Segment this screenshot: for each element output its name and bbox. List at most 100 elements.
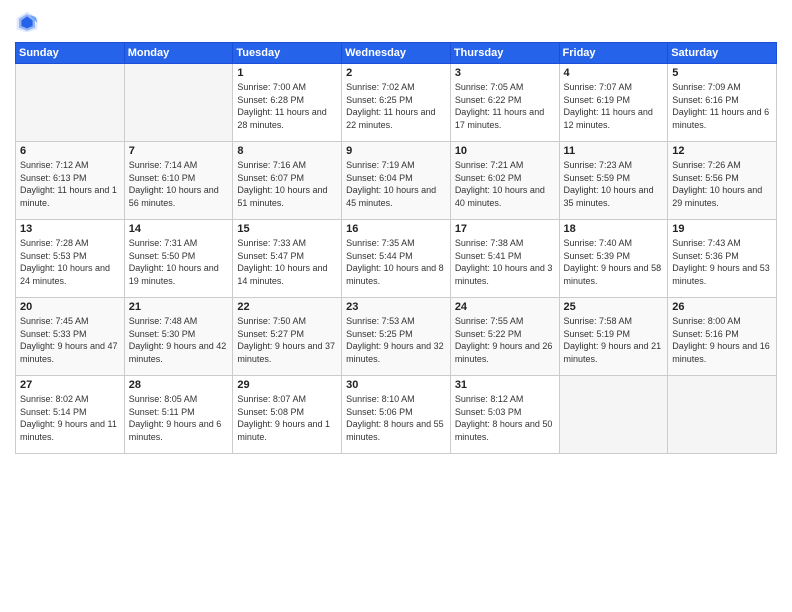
cell-info: Sunrise: 7:16 AMSunset: 6:07 PMDaylight:… bbox=[237, 159, 337, 209]
calendar-cell: 4 Sunrise: 7:07 AMSunset: 6:19 PMDaylight… bbox=[559, 64, 668, 142]
day-number: 26 bbox=[672, 301, 772, 313]
week-row-4: 20 Sunrise: 7:45 AMSunset: 5:33 PMDayligh… bbox=[16, 298, 777, 376]
calendar-cell: 23Sunrise: 7:53 AMSunset: 5:25 PMDayligh… bbox=[342, 298, 451, 376]
page: SundayMondayTuesdayWednesdayThursdayFrid… bbox=[0, 0, 792, 612]
day-number: 30 bbox=[346, 379, 446, 391]
calendar-cell: 15 Sunrise: 7:33 AMSunset: 5:47 PMDayligh… bbox=[233, 220, 342, 298]
calendar-cell: 24 Sunrise: 7:55 AMSunset: 5:22 PMDayligh… bbox=[450, 298, 559, 376]
day-number: 1 bbox=[237, 67, 337, 79]
weekday-header-saturday: Saturday bbox=[668, 43, 777, 64]
day-number: 24 bbox=[455, 301, 555, 313]
weekday-header-wednesday: Wednesday bbox=[342, 43, 451, 64]
cell-info: Sunrise: 8:12 AMSunset: 5:03 PMDaylight:… bbox=[455, 393, 555, 443]
calendar-cell: 30 Sunrise: 8:10 AMSunset: 5:06 PMDayligh… bbox=[342, 376, 451, 454]
week-row-2: 6 Sunrise: 7:12 AMSunset: 6:13 PMDaylight… bbox=[16, 142, 777, 220]
week-row-3: 13 Sunrise: 7:28 AMSunset: 5:53 PMDayligh… bbox=[16, 220, 777, 298]
calendar-table: SundayMondayTuesdayWednesdayThursdayFrid… bbox=[15, 42, 777, 454]
week-row-5: 27 Sunrise: 8:02 AMSunset: 5:14 PMDayligh… bbox=[16, 376, 777, 454]
calendar-cell: 18 Sunrise: 7:40 AMSunset: 5:39 PMDayligh… bbox=[559, 220, 668, 298]
header-row: SundayMondayTuesdayWednesdayThursdayFrid… bbox=[16, 43, 777, 64]
cell-info: Sunrise: 7:45 AMSunset: 5:33 PMDaylight:… bbox=[20, 315, 120, 365]
calendar-cell: 29Sunrise: 8:07 AMSunset: 5:08 PMDayligh… bbox=[233, 376, 342, 454]
calendar-cell bbox=[668, 376, 777, 454]
calendar-cell: 16 Sunrise: 7:35 AMSunset: 5:44 PMDayligh… bbox=[342, 220, 451, 298]
day-number: 10 bbox=[455, 145, 555, 157]
calendar-cell bbox=[16, 64, 125, 142]
day-number: 14 bbox=[129, 223, 229, 235]
day-number: 21 bbox=[129, 301, 229, 313]
calendar-cell: 20 Sunrise: 7:45 AMSunset: 5:33 PMDayligh… bbox=[16, 298, 125, 376]
cell-info: Sunrise: 7:12 AMSunset: 6:13 PMDaylight:… bbox=[20, 159, 120, 209]
calendar-cell bbox=[559, 376, 668, 454]
day-number: 20 bbox=[20, 301, 120, 313]
calendar-cell: 5 Sunrise: 7:09 AMSunset: 6:16 PMDaylight… bbox=[668, 64, 777, 142]
cell-info: Sunrise: 7:23 AMSunset: 5:59 PMDaylight:… bbox=[564, 159, 664, 209]
day-number: 17 bbox=[455, 223, 555, 235]
calendar-cell: 19 Sunrise: 7:43 AMSunset: 5:36 PMDayligh… bbox=[668, 220, 777, 298]
cell-info: Sunrise: 7:35 AMSunset: 5:44 PMDaylight:… bbox=[346, 237, 446, 287]
day-number: 15 bbox=[237, 223, 337, 235]
day-number: 27 bbox=[20, 379, 120, 391]
cell-info: Sunrise: 8:02 AMSunset: 5:14 PMDaylight:… bbox=[20, 393, 120, 443]
day-number: 13 bbox=[20, 223, 120, 235]
cell-info: Sunrise: 8:07 AMSunset: 5:08 PMDaylight:… bbox=[237, 393, 337, 443]
weekday-header-sunday: Sunday bbox=[16, 43, 125, 64]
calendar-cell: 11 Sunrise: 7:23 AMSunset: 5:59 PMDayligh… bbox=[559, 142, 668, 220]
day-number: 7 bbox=[129, 145, 229, 157]
calendar-cell: 21 Sunrise: 7:48 AMSunset: 5:30 PMDayligh… bbox=[124, 298, 233, 376]
day-number: 12 bbox=[672, 145, 772, 157]
cell-info: Sunrise: 7:31 AMSunset: 5:50 PMDaylight:… bbox=[129, 237, 229, 287]
calendar-cell: 22 Sunrise: 7:50 AMSunset: 5:27 PMDayligh… bbox=[233, 298, 342, 376]
cell-info: Sunrise: 7:02 AMSunset: 6:25 PMDaylight:… bbox=[346, 81, 446, 131]
cell-info: Sunrise: 7:28 AMSunset: 5:53 PMDaylight:… bbox=[20, 237, 120, 287]
cell-info: Sunrise: 7:14 AMSunset: 6:10 PMDaylight:… bbox=[129, 159, 229, 209]
calendar-cell bbox=[124, 64, 233, 142]
calendar-cell: 1 Sunrise: 7:00 AMSunset: 6:28 PMDaylight… bbox=[233, 64, 342, 142]
weekday-header-tuesday: Tuesday bbox=[233, 43, 342, 64]
cell-info: Sunrise: 7:58 AMSunset: 5:19 PMDaylight:… bbox=[564, 315, 664, 365]
day-number: 25 bbox=[564, 301, 664, 313]
cell-info: Sunrise: 7:40 AMSunset: 5:39 PMDaylight:… bbox=[564, 237, 664, 287]
calendar-cell: 12 Sunrise: 7:26 AMSunset: 5:56 PMDayligh… bbox=[668, 142, 777, 220]
calendar-cell: 6 Sunrise: 7:12 AMSunset: 6:13 PMDaylight… bbox=[16, 142, 125, 220]
cell-info: Sunrise: 7:00 AMSunset: 6:28 PMDaylight:… bbox=[237, 81, 337, 131]
day-number: 19 bbox=[672, 223, 772, 235]
day-number: 22 bbox=[237, 301, 337, 313]
day-number: 28 bbox=[129, 379, 229, 391]
cell-info: Sunrise: 7:38 AMSunset: 5:41 PMDaylight:… bbox=[455, 237, 555, 287]
day-number: 31 bbox=[455, 379, 555, 391]
calendar-cell: 28 Sunrise: 8:05 AMSunset: 5:11 PMDayligh… bbox=[124, 376, 233, 454]
calendar-cell: 17 Sunrise: 7:38 AMSunset: 5:41 PMDayligh… bbox=[450, 220, 559, 298]
cell-info: Sunrise: 7:09 AMSunset: 6:16 PMDaylight:… bbox=[672, 81, 772, 131]
day-number: 11 bbox=[564, 145, 664, 157]
calendar-cell: 9Sunrise: 7:19 AMSunset: 6:04 PMDaylight… bbox=[342, 142, 451, 220]
day-number: 6 bbox=[20, 145, 120, 157]
calendar-cell: 13 Sunrise: 7:28 AMSunset: 5:53 PMDayligh… bbox=[16, 220, 125, 298]
weekday-header-monday: Monday bbox=[124, 43, 233, 64]
day-number: 3 bbox=[455, 67, 555, 79]
day-number: 18 bbox=[564, 223, 664, 235]
day-number: 5 bbox=[672, 67, 772, 79]
cell-info: Sunrise: 7:50 AMSunset: 5:27 PMDaylight:… bbox=[237, 315, 337, 365]
day-number: 4 bbox=[564, 67, 664, 79]
cell-info: Sunrise: 8:00 AMSunset: 5:16 PMDaylight:… bbox=[672, 315, 772, 365]
calendar-cell: 10Sunrise: 7:21 AMSunset: 6:02 PMDayligh… bbox=[450, 142, 559, 220]
cell-info: Sunrise: 7:48 AMSunset: 5:30 PMDaylight:… bbox=[129, 315, 229, 365]
cell-info: Sunrise: 7:55 AMSunset: 5:22 PMDaylight:… bbox=[455, 315, 555, 365]
calendar-cell: 8Sunrise: 7:16 AMSunset: 6:07 PMDaylight… bbox=[233, 142, 342, 220]
calendar-cell: 14 Sunrise: 7:31 AMSunset: 5:50 PMDayligh… bbox=[124, 220, 233, 298]
calendar-cell: 25 Sunrise: 7:58 AMSunset: 5:19 PMDayligh… bbox=[559, 298, 668, 376]
cell-info: Sunrise: 7:33 AMSunset: 5:47 PMDaylight:… bbox=[237, 237, 337, 287]
logo-icon bbox=[15, 10, 39, 34]
week-row-1: 1 Sunrise: 7:00 AMSunset: 6:28 PMDaylight… bbox=[16, 64, 777, 142]
day-number: 16 bbox=[346, 223, 446, 235]
cell-info: Sunrise: 7:43 AMSunset: 5:36 PMDaylight:… bbox=[672, 237, 772, 287]
day-number: 9 bbox=[346, 145, 446, 157]
cell-info: Sunrise: 7:07 AMSunset: 6:19 PMDaylight:… bbox=[564, 81, 664, 131]
cell-info: Sunrise: 8:10 AMSunset: 5:06 PMDaylight:… bbox=[346, 393, 446, 443]
cell-info: Sunrise: 7:26 AMSunset: 5:56 PMDaylight:… bbox=[672, 159, 772, 209]
cell-info: Sunrise: 8:05 AMSunset: 5:11 PMDaylight:… bbox=[129, 393, 229, 443]
calendar-cell: 31 Sunrise: 8:12 AMSunset: 5:03 PMDayligh… bbox=[450, 376, 559, 454]
day-number: 23 bbox=[346, 301, 446, 313]
calendar-cell: 3Sunrise: 7:05 AMSunset: 6:22 PMDaylight… bbox=[450, 64, 559, 142]
